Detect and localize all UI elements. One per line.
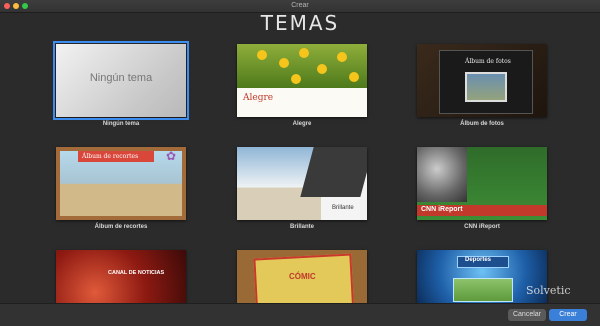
globe-icon <box>417 147 467 202</box>
theme-thumbnail[interactable]: CANAL DE NOTICIAS <box>56 250 186 303</box>
theme-label: Alegre <box>292 121 312 127</box>
photo-image <box>465 72 507 102</box>
thumbnail-text: Alegre <box>243 93 274 103</box>
theme-label: CNN iReport <box>464 224 500 230</box>
theme-label: Álbum de recortes <box>94 224 148 230</box>
theme-thumbnail[interactable]: Brillante <box>237 147 367 220</box>
theme-label: Álbum de fotos <box>460 121 504 127</box>
thumbnail-text: CANAL DE NOTICIAS <box>108 270 165 276</box>
theme-thumbnail[interactable]: Ningún tema <box>53 41 189 120</box>
thumbnail-text: Álbum de fotos <box>465 58 511 65</box>
thumbnail-text: Deportes <box>465 257 492 263</box>
thumbnail-text: CNN iReport <box>421 206 463 213</box>
create-button[interactable]: Crear <box>549 309 587 321</box>
footer-bar: Cancelar Crear <box>0 303 600 326</box>
theme-thumbnail[interactable]: CNN iReport <box>417 147 547 220</box>
thumbnail-text: Ningún tema <box>89 72 153 84</box>
theme-thumbnail[interactable]: CÓMIC <box>237 250 367 303</box>
thumbnail-text: CÓMIC <box>289 272 316 281</box>
theme-thumbnail[interactable]: Alegre <box>237 44 367 117</box>
theme-label: Brillante <box>289 224 314 230</box>
theme-label: Ningún tema <box>102 121 140 127</box>
theme-grid: Ningún tema Ningún tema Alegre Alegre Ál… <box>0 0 600 303</box>
theme-thumbnail[interactable]: Álbum de recortes ✿ <box>56 147 186 220</box>
thumbnail-text: Álbum de recortes <box>82 153 139 160</box>
theme-thumbnail[interactable]: Álbum de fotos <box>417 44 547 117</box>
watermark-logo: Solvetic <box>526 284 571 297</box>
cancel-button[interactable]: Cancelar <box>508 309 546 321</box>
thumbnail-text: Brillante <box>332 205 354 211</box>
flower-icon: ✿ <box>166 149 177 163</box>
